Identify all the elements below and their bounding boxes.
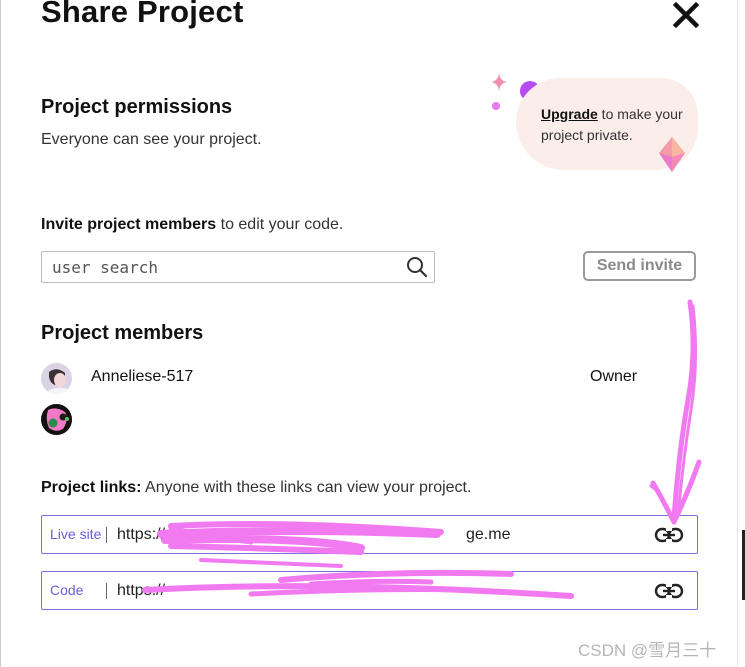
user-search-field[interactable]	[41, 251, 435, 283]
link-label: Live site	[50, 526, 102, 542]
links-instructions: Project links: Anyone with these links c…	[41, 479, 471, 497]
link-url[interactable]: https://	[117, 526, 165, 544]
link-url[interactable]: https://	[117, 582, 165, 600]
send-invite-button[interactable]: Send invite	[583, 251, 696, 281]
member-role: Owner	[590, 368, 638, 385]
watermark: CSDN @雪月三十	[578, 641, 717, 660]
invite-label: Invite project members	[41, 216, 217, 233]
annotation-arrow	[649, 299, 702, 525]
separator	[106, 583, 107, 599]
invite-description: to edit your code.	[216, 216, 344, 233]
member-name: Anneliese-517	[91, 368, 194, 385]
invite-instructions: Invite project members to edit your code…	[41, 216, 343, 234]
link-label: Code	[50, 582, 84, 598]
upgrade-link[interactable]: Upgrade	[541, 106, 598, 122]
scrollbar[interactable]	[737, 0, 745, 667]
links-label: Project links:	[41, 479, 142, 496]
code-link-field[interactable]: Code https://	[41, 571, 698, 610]
separator	[106, 527, 107, 543]
link-url-end: ge.me	[466, 526, 511, 543]
links-description: Anyone with these links can view your pr…	[141, 479, 472, 496]
upgrade-message: Upgrade to make your project private.	[541, 104, 701, 146]
share-project-dialog: Share Project Project permissions Everyo…	[0, 0, 745, 667]
permissions-heading: Project permissions	[41, 96, 233, 118]
dialog-title: Share Project	[41, 0, 244, 29]
members-heading: Project members	[41, 322, 204, 344]
avatar	[41, 363, 72, 394]
close-icon[interactable]	[669, 0, 703, 32]
link-icon[interactable]	[654, 581, 684, 601]
link-icon[interactable]	[654, 525, 684, 545]
permissions-description: Everyone can see your project.	[41, 131, 262, 148]
search-icon[interactable]	[406, 256, 428, 278]
live-site-link-field[interactable]: Live site https:// ge.me	[41, 515, 698, 554]
user-search-input[interactable]	[42, 252, 402, 282]
avatar	[41, 404, 72, 435]
